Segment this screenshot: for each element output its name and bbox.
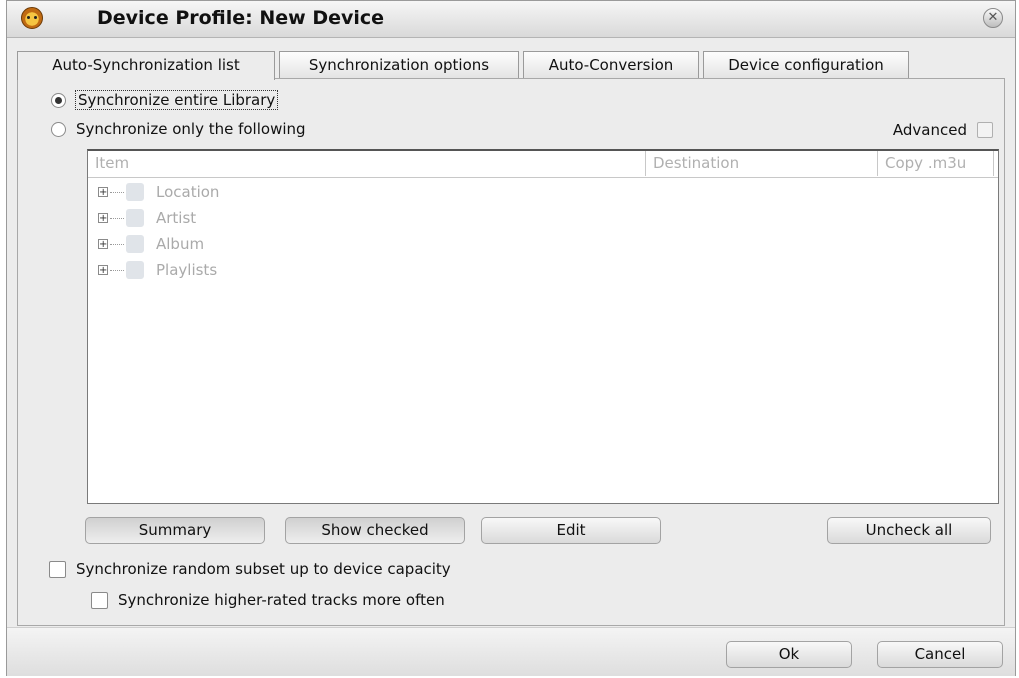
tree-item-playlists[interactable]: + Playlists [98,259,217,281]
expand-icon[interactable]: + [98,187,108,198]
tree-item-label: Artist [156,209,197,227]
show-checked-button[interactable]: Show checked [285,517,465,544]
column-item[interactable]: Item [88,151,646,176]
dialog-footer: Ok Cancel [7,627,1015,676]
tree-connector [110,217,124,219]
tree-item-artist[interactable]: + Artist [98,207,196,229]
advanced-checkbox[interactable] [977,122,993,138]
advanced-option[interactable]: Advanced [893,121,993,139]
location-icon [126,183,144,201]
close-icon[interactable]: ✕ [983,8,1003,28]
artist-icon [126,209,144,227]
tab-auto-conversion[interactable]: Auto-Conversion [523,51,699,78]
tree-item-label: Location [156,183,220,201]
cancel-button[interactable]: Cancel [877,641,1003,668]
tree-connector [110,269,124,271]
radio-sync-only-following[interactable]: Synchronize only the following [51,120,306,138]
tab-auto-synchronization-list[interactable]: Auto-Synchronization list [17,51,275,80]
summary-button[interactable]: Summary [85,517,265,544]
tree-header: Item Destination Copy .m3u [88,151,998,178]
uncheck-all-button[interactable]: Uncheck all [827,517,991,544]
device-profile-window: Device Profile: New Device ✕ Auto-Synchr… [6,0,1016,676]
album-icon [126,235,144,253]
tree-item-label: Playlists [156,261,218,279]
radio-unselected[interactable] [51,121,66,137]
expand-icon[interactable]: + [98,213,108,224]
edit-button[interactable]: Edit [481,517,661,544]
tree-item-location[interactable]: + Location [98,181,219,203]
random-subset-label: Synchronize random subset up to device c… [76,560,451,578]
radio-sync-entire-library[interactable]: Synchronize entire Library [51,90,279,110]
app-icon [21,7,43,29]
higher-rated-label: Synchronize higher-rated tracks more oft… [118,591,445,609]
radio-label: Synchronize only the following [76,120,306,138]
tree-connector [110,191,124,193]
radio-selected[interactable] [51,92,66,108]
title-bar[interactable]: Device Profile: New Device ✕ [7,1,1015,38]
sync-tree: Item Destination Copy .m3u + Location + … [87,149,999,504]
random-subset-option[interactable]: Synchronize random subset up to device c… [49,560,451,578]
radio-label: Synchronize entire Library [74,90,279,110]
random-subset-checkbox[interactable] [49,560,66,578]
higher-rated-checkbox[interactable] [91,591,108,609]
tree-item-album[interactable]: + Album [98,233,204,255]
column-destination[interactable]: Destination [646,151,878,176]
expand-icon[interactable]: + [98,265,108,276]
playlists-icon [126,261,144,279]
higher-rated-option[interactable]: Synchronize higher-rated tracks more oft… [91,591,445,609]
ok-button[interactable]: Ok [726,641,852,668]
expand-icon[interactable]: + [98,239,108,250]
tree-item-label: Album [156,235,205,253]
advanced-label: Advanced [892,121,967,139]
tab-device-configuration[interactable]: Device configuration [703,51,909,78]
window-title: Device Profile: New Device [97,7,385,29]
tree-connector [110,243,124,245]
column-copy-m3u[interactable]: Copy .m3u [878,151,994,176]
tab-synchronization-options[interactable]: Synchronization options [279,51,519,78]
